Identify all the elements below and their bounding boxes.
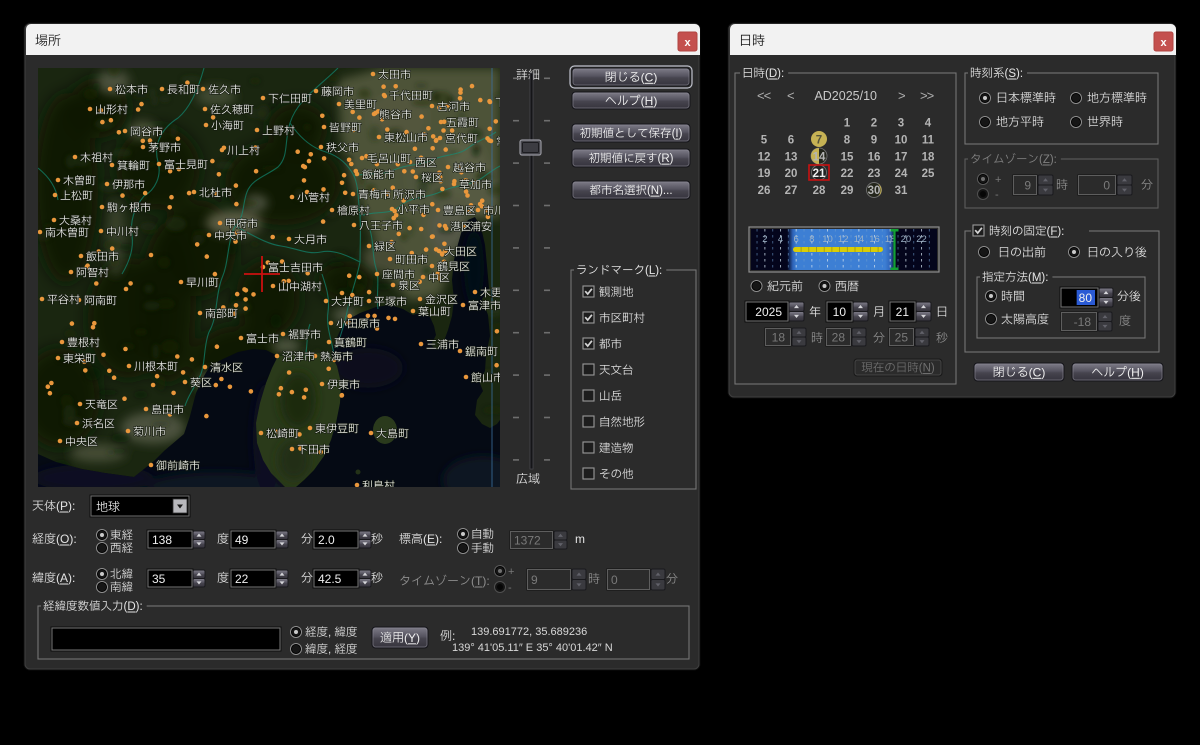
svg-text:(P):: (P):: [56, 499, 75, 513]
svg-text:30: 30: [868, 185, 881, 197]
svg-text:8: 8: [809, 234, 814, 245]
svg-text:(L):: (L):: [645, 265, 662, 277]
svg-text:27: 27: [785, 185, 798, 197]
svg-text:42.5: 42.5: [318, 572, 342, 586]
svg-text:,: ,: [328, 627, 331, 639]
svg-text:x: x: [684, 37, 691, 49]
svg-text:m: m: [575, 532, 585, 546]
svg-text:10: 10: [895, 135, 908, 147]
svg-text:2: 2: [762, 234, 767, 245]
svg-text:AD2025/10: AD2025/10: [814, 89, 877, 103]
svg-text:0: 0: [1103, 178, 1110, 192]
svg-text:10: 10: [833, 305, 847, 319]
svg-text:(D):: (D):: [124, 601, 143, 613]
svg-text:2025: 2025: [755, 305, 782, 319]
svg-text:>: >: [898, 88, 906, 103]
svg-text:29: 29: [841, 185, 854, 197]
svg-text:(A):: (A):: [56, 571, 75, 585]
svg-text:16: 16: [869, 234, 880, 245]
svg-text:80: 80: [1079, 291, 1093, 305]
svg-text:(I): (I): [672, 128, 683, 140]
svg-text:(N): (N): [919, 363, 935, 375]
svg-text:139.691772, 35.689236: 139.691772, 35.689236: [471, 626, 587, 638]
svg-text:13: 13: [785, 152, 798, 164]
svg-text:4: 4: [925, 118, 932, 130]
svg-text:26: 26: [758, 185, 771, 197]
svg-text:139° 41'05.11″ E 35° 40'01.42″: 139° 41'05.11″ E 35° 40'01.42″ N: [452, 642, 613, 654]
svg-text:19: 19: [758, 168, 771, 180]
svg-text:10: 10: [822, 234, 833, 245]
svg-text:6: 6: [788, 135, 794, 147]
svg-text:15: 15: [841, 152, 854, 164]
svg-text:18: 18: [922, 152, 935, 164]
svg-text:(F):: (F):: [1047, 226, 1065, 238]
svg-text:-: -: [995, 189, 999, 201]
svg-text:138: 138: [152, 533, 172, 547]
svg-text:21: 21: [896, 305, 910, 319]
svg-text:(Y): (Y): [404, 631, 420, 645]
svg-text:(H): (H): [641, 94, 658, 108]
svg-text:(C): (C): [1029, 365, 1046, 379]
svg-text:12: 12: [838, 234, 849, 245]
svg-text:5: 5: [761, 135, 768, 147]
svg-text:(M):: (M):: [1028, 272, 1048, 284]
svg-text:25: 25: [922, 168, 935, 180]
svg-text:(D):: (D):: [765, 68, 784, 80]
svg-text:-18: -18: [1074, 315, 1092, 329]
svg-text:22: 22: [916, 234, 927, 245]
svg-text:2.0: 2.0: [318, 533, 335, 547]
svg-text:20: 20: [901, 234, 912, 245]
svg-text:(H): (H): [1127, 365, 1144, 379]
svg-text:22: 22: [841, 168, 854, 180]
svg-text:(S):: (S):: [1005, 68, 1024, 80]
svg-text:<<: <<: [757, 88, 771, 103]
svg-text:11: 11: [922, 135, 935, 147]
svg-text:+: +: [508, 566, 514, 578]
svg-text:9: 9: [871, 135, 877, 147]
svg-text:(N)...: (N)...: [647, 185, 673, 197]
svg-text:x: x: [1160, 37, 1167, 49]
svg-text:17: 17: [895, 152, 908, 164]
svg-text:21: 21: [813, 168, 826, 180]
svg-text:18: 18: [772, 330, 786, 344]
svg-text:14: 14: [854, 234, 865, 245]
svg-text:(O):: (O):: [56, 532, 77, 546]
svg-text:(E):: (E):: [423, 532, 442, 546]
svg-text:3: 3: [898, 118, 904, 130]
svg-text:2: 2: [871, 118, 877, 130]
svg-text:49: 49: [235, 533, 249, 547]
svg-text:0: 0: [611, 573, 618, 587]
svg-text:7: 7: [816, 135, 822, 147]
svg-text:(T):: (T):: [471, 574, 490, 588]
svg-text:>>: >>: [920, 88, 934, 103]
svg-text:(C): (C): [641, 70, 658, 84]
svg-text:24: 24: [895, 168, 908, 180]
svg-text:(R): (R): [658, 153, 674, 165]
svg-text:8: 8: [844, 135, 851, 147]
svg-text:6: 6: [794, 234, 799, 245]
svg-text:<: <: [787, 88, 795, 103]
svg-text:(Z):: (Z):: [1039, 154, 1057, 166]
svg-text:28: 28: [832, 330, 846, 344]
svg-text:1372: 1372: [514, 533, 541, 547]
svg-text:1: 1: [844, 118, 851, 130]
svg-text::: :: [452, 629, 455, 643]
svg-text:-: -: [508, 582, 512, 594]
svg-text:9: 9: [1024, 178, 1031, 192]
svg-text:31: 31: [895, 185, 908, 197]
svg-text:28: 28: [813, 185, 826, 197]
svg-text:12: 12: [758, 152, 771, 164]
svg-text:14: 14: [813, 152, 826, 164]
svg-text:23: 23: [868, 168, 881, 180]
svg-text:16: 16: [868, 152, 881, 164]
svg-text:4: 4: [778, 234, 783, 245]
svg-text:+: +: [995, 174, 1001, 186]
svg-text:25: 25: [895, 330, 909, 344]
svg-text:22: 22: [235, 572, 249, 586]
svg-text:35: 35: [152, 572, 166, 586]
svg-text:20: 20: [785, 168, 798, 180]
svg-text:,: ,: [328, 644, 331, 656]
svg-text:9: 9: [531, 573, 538, 587]
